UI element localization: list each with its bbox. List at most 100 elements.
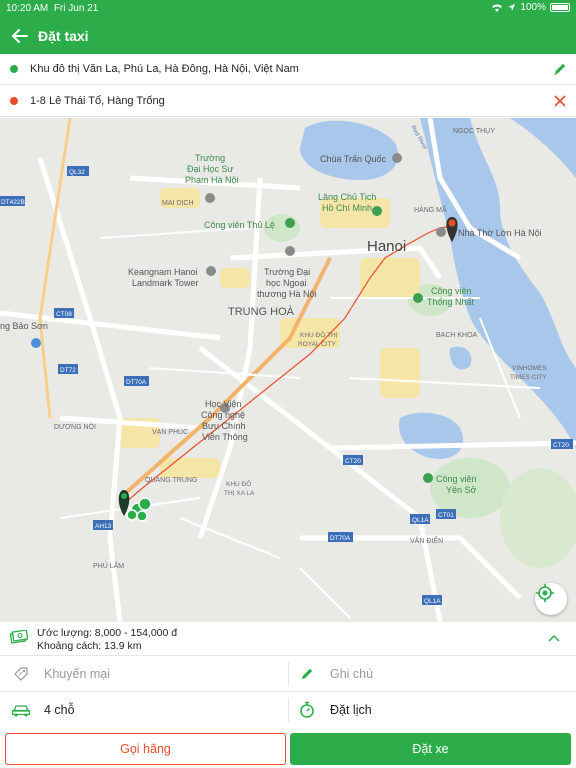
fare-estimate[interactable]: Ước lượng: 8,000 - 154,000 đ Khoảng cách… [0, 622, 576, 656]
label-hang-ma: HÀNG MÃ [414, 205, 447, 214]
green-east [500, 468, 576, 568]
my-location-button[interactable] [535, 583, 567, 615]
shield-ql32: QL32 [69, 169, 85, 176]
battery-icon [550, 3, 570, 12]
label-duong-noi: DƯƠNG NỘI [54, 422, 96, 431]
shield-dt70a: DT70A [126, 379, 147, 386]
shield-ct20: CT20 [345, 458, 361, 465]
label-cv-thong-nhat-2: Thống Nhất [427, 297, 475, 307]
fare-estimate-text: Ước lượng: 8,000 - 154,000 đ [37, 627, 178, 639]
shield-ct08: CT08 [56, 311, 72, 318]
label-yen-so-2: Yên Sở [446, 485, 477, 495]
label-mai-dich: MAI DỊCH [162, 200, 194, 207]
label-chua-tran-quoc: Chùa Trấn Quốc [320, 154, 387, 164]
promo-placeholder: Khuyến mại [44, 667, 111, 681]
back-button[interactable] [2, 18, 38, 54]
header: Đặt taxi [0, 18, 576, 54]
label-phu-lam: PHÚ LÃM [93, 561, 124, 570]
label-truong-dhsp-2: Đại Học Sư [187, 164, 234, 174]
close-icon [554, 95, 566, 107]
yen-so-lake [399, 412, 464, 459]
label-trung-hoa: TRUNG HOÀ [228, 305, 295, 318]
label-vinhomes-2: TIMES CITY [510, 374, 547, 381]
shield-dt72: DT72 [60, 367, 76, 374]
west-lake [300, 120, 399, 180]
booking-panel: Ước lượng: 8,000 - 154,000 đ Khoảng cách… [0, 622, 576, 768]
destination-row[interactable]: 1-8 Lê Thái Tổ, Hàng Trống [0, 86, 576, 117]
shield-dt70a-2: DT70A [330, 535, 351, 542]
book-ride-button[interactable]: Đặt xe [290, 733, 571, 765]
promo-note-row: Khuyến mại Ghi chú [0, 656, 576, 692]
status-time: 10:20 AM [6, 3, 49, 14]
page-title: Đặt taxi [38, 28, 89, 44]
clear-destination-button[interactable] [544, 86, 576, 117]
label-nha-tho-lon: Nhà Thờ Lớn Hà Nội [458, 228, 542, 238]
origin-dot-icon [10, 65, 18, 73]
seat-count: 4 chỗ [44, 703, 75, 717]
status-right: 100% [491, 2, 570, 13]
label-quang-trung: QUANG TRUNG [145, 477, 197, 484]
destination-address[interactable]: 1-8 Lê Thái Tổ, Hàng Trống [30, 95, 544, 107]
crosshair-icon [536, 584, 554, 602]
shield-ql1a-2: QL1A [424, 598, 441, 605]
label-bach-khoa: BACH KHOA [436, 332, 478, 339]
note-field[interactable]: Ghi chú [296, 656, 572, 692]
label-van-dien: VĂN ĐIỂN [410, 536, 443, 545]
label-lang-bao-son: ng Bảo Sơn [0, 321, 48, 331]
tag-icon [14, 667, 28, 681]
money-icon [10, 630, 28, 644]
label-hoc-vien-2: Công nghệ [201, 410, 245, 420]
edit-origin-button[interactable] [544, 54, 576, 85]
label-lang-2: Hồ Chí Minh [322, 203, 372, 213]
destination-dot-icon [10, 97, 18, 105]
pencil-icon [302, 668, 313, 679]
label-van-phuc: VẠN PHÚC [152, 427, 188, 436]
note-placeholder: Ghi chú [330, 667, 374, 681]
status-bar: 10:20 AM Fri Jun 21 100% [0, 0, 576, 16]
label-xa-la-1: KHU ĐÔ [226, 479, 251, 488]
distance-text: Khoảng cách: 13.9 km [37, 640, 142, 652]
stopwatch-icon [300, 701, 314, 718]
origin-marker-cluster[interactable] [126, 497, 152, 522]
label-keangnam-1: Keangnam Hanoi [128, 267, 198, 277]
call-company-button[interactable]: Gọi hãng [5, 733, 286, 765]
label-ngoai-thuong-3: thương Hà Nội [257, 289, 316, 299]
battery-percent: 100% [520, 2, 546, 13]
origin-address[interactable]: Khu đô thị Văn La, Phú La, Hà Đông, Hà N… [30, 63, 544, 75]
shield-dt422b: DT422B [1, 199, 25, 206]
label-hoc-vien-4: Viễn Thông [202, 432, 248, 442]
schedule-button[interactable]: Đặt lịch [296, 692, 572, 728]
pencil-icon [554, 63, 566, 75]
river-upper [510, 118, 576, 178]
label-truong-dhsp-3: Phạm Hà Nội [185, 175, 239, 185]
label-truong-dhsp-1: Trường [195, 153, 225, 163]
map-canvas[interactable]: NGỌC THỤY Red River Chùa Trấn Quốc Trườn… [0, 118, 576, 622]
label-lang-1: Lăng Chủ Tịch [318, 192, 376, 202]
seat-selector[interactable]: 4 chỗ [10, 692, 286, 728]
label-ngoc-thuy: NGỌC THỤY [453, 128, 495, 135]
lake-small-1 [449, 346, 472, 370]
chevron-up-icon[interactable] [548, 634, 560, 642]
promo-field[interactable]: Khuyến mại [10, 656, 286, 692]
label-yen-so-1: Công viên [436, 474, 477, 484]
origin-row[interactable]: Khu đô thị Văn La, Phú La, Hà Đông, Hà N… [0, 54, 576, 85]
status-time-date: 10:20 AM Fri Jun 21 [6, 3, 98, 14]
label-cv-thong-nhat-1: Công viên [431, 286, 472, 296]
status-date: Fri Jun 21 [53, 3, 99, 14]
car-icon [11, 705, 31, 717]
divider [288, 662, 289, 686]
wifi-icon [492, 3, 503, 12]
label-royal-1: KHU ĐÔ THỊ [300, 330, 338, 339]
label-royal-2: ROYAL CITY [298, 341, 337, 348]
shield-ah13: AH13 [95, 523, 112, 530]
label-ngoai-thuong-1: Trường Đại [264, 267, 310, 277]
label-xa-la-2: THỊ XA LA [224, 490, 255, 497]
label-keangnam-2: Landmark Tower [132, 278, 198, 288]
label-ngoai-thuong-2: học Ngoại [266, 278, 307, 288]
label-hanoi: Hanoi [367, 238, 406, 255]
arrow-left-icon [12, 29, 28, 43]
location-arrow-icon [508, 3, 516, 12]
map-view[interactable]: NGỌC THỤY Red River Chùa Trấn Quốc Trườn… [0, 118, 576, 622]
label-vinhomes-1: VINHOMES [512, 365, 547, 372]
top-bar: 10:20 AM Fri Jun 21 100% Đặt taxi [0, 0, 576, 54]
